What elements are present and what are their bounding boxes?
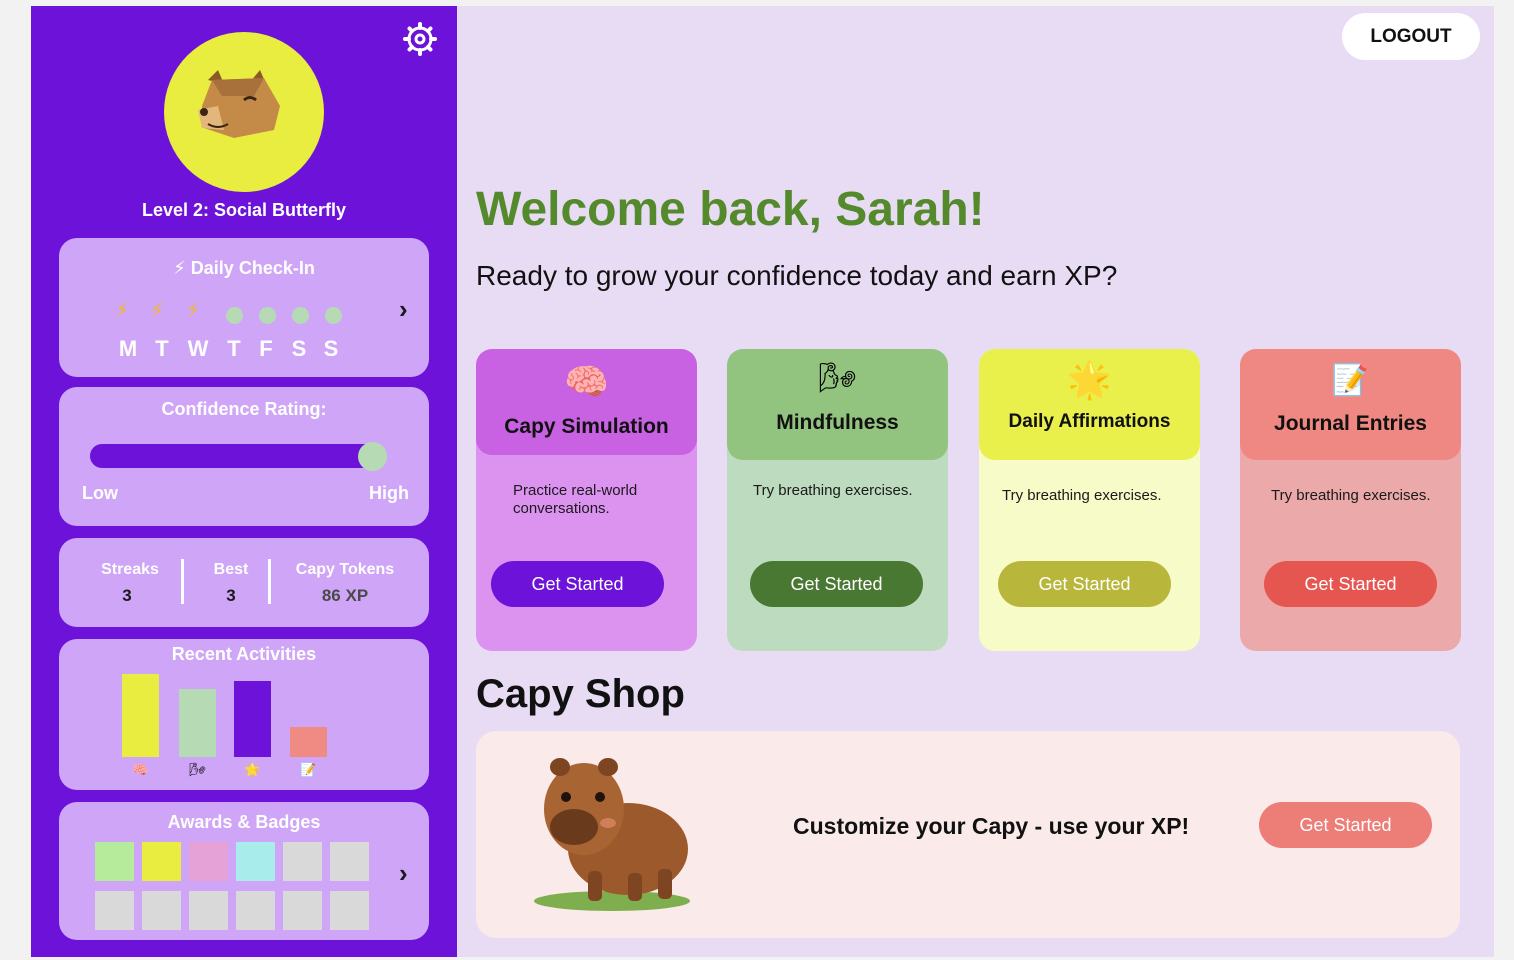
- checkin-dot: [259, 307, 276, 324]
- memo-icon: 📝: [300, 762, 317, 777]
- avatar: [164, 32, 324, 192]
- capybara-avatar-icon: [198, 70, 280, 138]
- recent-activity-bar: [234, 681, 271, 757]
- shop-text: Customize your Capy - use your XP!: [793, 813, 1190, 839]
- shop-title: Capy Shop: [476, 672, 685, 716]
- day-label: T: [155, 336, 169, 361]
- recent-activity-bar: [179, 689, 216, 757]
- daily-affirmations-card: 🌟 Daily Affirmations Try breathing exerc…: [979, 349, 1200, 651]
- badge-slot[interactable]: [95, 891, 134, 930]
- badge-slot[interactable]: [142, 842, 181, 881]
- day-label: F: [259, 336, 273, 361]
- welcome-heading: Welcome back, Sarah!: [476, 183, 985, 236]
- daily-checkin-card: ⚡ Daily Check-In ⚡ ⚡ ⚡ M T W T F S S ›: [59, 238, 429, 377]
- journal-entries-card: 📝 Journal Entries Try breathing exercise…: [1240, 349, 1461, 651]
- confidence-card: Confidence Rating: Low High: [59, 387, 429, 526]
- stats-card: Streaks 3 Best 3 Capy Tokens 86 XP: [59, 538, 429, 627]
- day-label: M: [118, 336, 138, 361]
- divider: [181, 559, 184, 604]
- recent-activity-bar: [290, 727, 327, 757]
- badge-slot[interactable]: [236, 891, 275, 930]
- checkin-dot: [226, 307, 243, 324]
- mindfulness-card: 🌬 Mindfulness Try breathing exercises. G…: [727, 349, 948, 651]
- day-label: S: [291, 336, 307, 361]
- awards-title: Awards & Badges: [167, 812, 321, 832]
- journal-entries-get-started-button[interactable]: Get Started: [1264, 561, 1437, 607]
- card-title: Journal Entries: [1274, 412, 1427, 435]
- sidebar: Level 2: Social Butterfly ⚡ Daily Check-…: [31, 6, 457, 957]
- checkin-title: ⚡ Daily Check-In: [173, 258, 315, 278]
- badge-slot[interactable]: [283, 891, 322, 930]
- badge-slot[interactable]: [330, 891, 369, 930]
- streaks-value: 3: [122, 586, 132, 605]
- badge-slot[interactable]: [189, 842, 228, 881]
- recent-activities-card: Recent Activities 🧠 🌬 🌟 📝: [59, 639, 429, 790]
- card-description: Practice real-world conversations.: [513, 482, 638, 517]
- slider-high-label: High: [369, 483, 409, 503]
- checkin-dot: [325, 307, 342, 324]
- card-description: Try breathing exercises.: [1002, 487, 1162, 504]
- logout-button[interactable]: LOGOUT: [1342, 13, 1480, 60]
- memo-icon: 📝: [1331, 364, 1370, 397]
- confidence-title: Confidence Rating:: [161, 399, 327, 419]
- day-label: W: [187, 336, 209, 361]
- recent-activities-title: Recent Activities: [171, 644, 317, 664]
- divider: [268, 559, 271, 604]
- card-title: Mindfulness: [776, 411, 899, 434]
- bolt-icon: ⚡: [115, 300, 130, 322]
- mindfulness-get-started-button[interactable]: Get Started: [750, 561, 923, 607]
- card-description: Try breathing exercises.: [1271, 487, 1431, 504]
- bolt-icon: ⚡: [186, 300, 201, 322]
- star-icon: 🌟: [1067, 359, 1112, 400]
- capy-simulation-get-started-button[interactable]: Get Started: [491, 561, 664, 607]
- slider-low-label: Low: [82, 483, 118, 503]
- recent-activity-bar: [122, 674, 159, 757]
- shop-get-started-button[interactable]: Get Started: [1259, 802, 1432, 848]
- tokens-label: Capy Tokens: [295, 561, 395, 578]
- mindfulness-icon: 🌬: [818, 362, 857, 395]
- card-description: Try breathing exercises.: [753, 482, 913, 499]
- day-label: S: [323, 336, 339, 361]
- brain-icon: 🧠: [564, 361, 609, 402]
- welcome-subtitle: Ready to grow your confidence today and …: [476, 260, 1118, 291]
- badge-slot[interactable]: [283, 842, 322, 881]
- tokens-value: 86 XP: [321, 586, 369, 605]
- daily-affirmations-get-started-button[interactable]: Get Started: [998, 561, 1171, 607]
- level-title: Level 2: Social Butterfly: [141, 200, 347, 220]
- best-value: 3: [226, 586, 236, 605]
- gear-icon[interactable]: [403, 22, 437, 56]
- streaks-label: Streaks: [101, 561, 159, 578]
- main-content: LOGOUT Welcome back, Sarah! Ready to gro…: [457, 6, 1494, 957]
- confidence-slider[interactable]: [90, 442, 387, 471]
- badge-slot[interactable]: [330, 842, 369, 881]
- shop-card: Customize your Capy - use your XP! Get S…: [476, 731, 1460, 938]
- mindfulness-icon: 🌬: [189, 762, 206, 777]
- capybara-icon: [534, 758, 690, 911]
- star-icon: 🌟: [244, 762, 261, 777]
- capy-simulation-card: 🧠 Capy Simulation Practice real-world co…: [476, 349, 697, 651]
- best-label: Best: [213, 561, 249, 578]
- day-label: T: [227, 336, 241, 361]
- card-title: Daily Affirmations: [1008, 411, 1171, 432]
- badge-slot[interactable]: [142, 891, 181, 930]
- slider-knob[interactable]: [358, 442, 387, 471]
- brain-icon: 🧠: [132, 762, 149, 777]
- chevron-right-icon[interactable]: ›: [399, 294, 408, 325]
- badge-slot[interactable]: [236, 842, 275, 881]
- checkin-dot: [292, 307, 309, 324]
- badge-slot[interactable]: [95, 842, 134, 881]
- bolt-icon: ⚡: [150, 300, 165, 322]
- awards-card: Awards & Badges ›: [59, 802, 429, 940]
- badge-slot[interactable]: [189, 891, 228, 930]
- card-title: Capy Simulation: [504, 415, 669, 438]
- chevron-right-icon[interactable]: ›: [399, 858, 408, 889]
